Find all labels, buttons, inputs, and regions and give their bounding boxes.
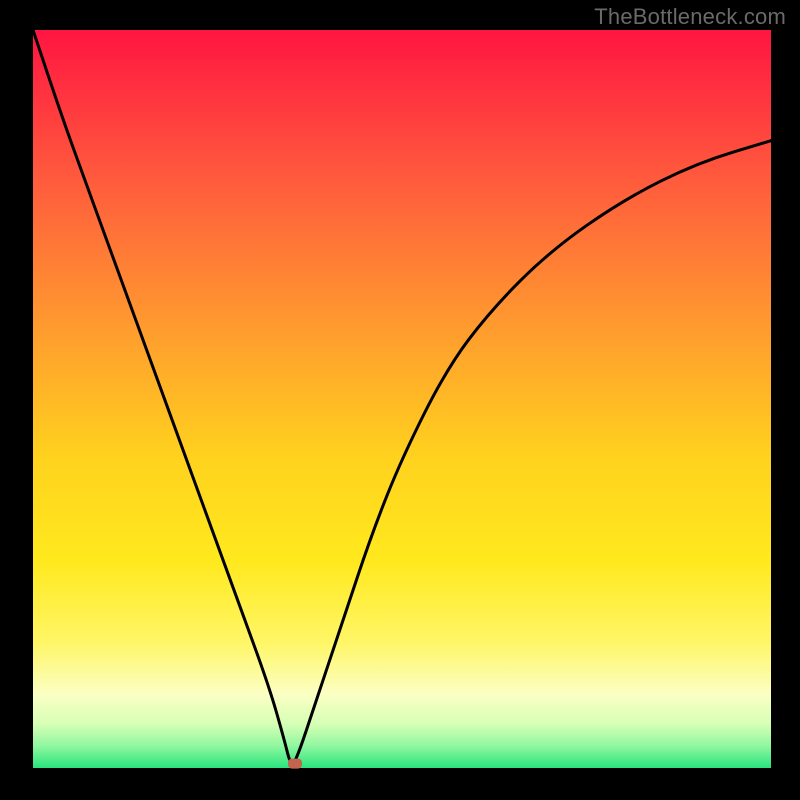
chart-frame: TheBottleneck.com [0, 0, 800, 800]
watermark-text: TheBottleneck.com [594, 4, 786, 30]
plot-background [33, 30, 771, 768]
minimum-marker [288, 759, 302, 769]
chart-canvas [0, 0, 800, 800]
